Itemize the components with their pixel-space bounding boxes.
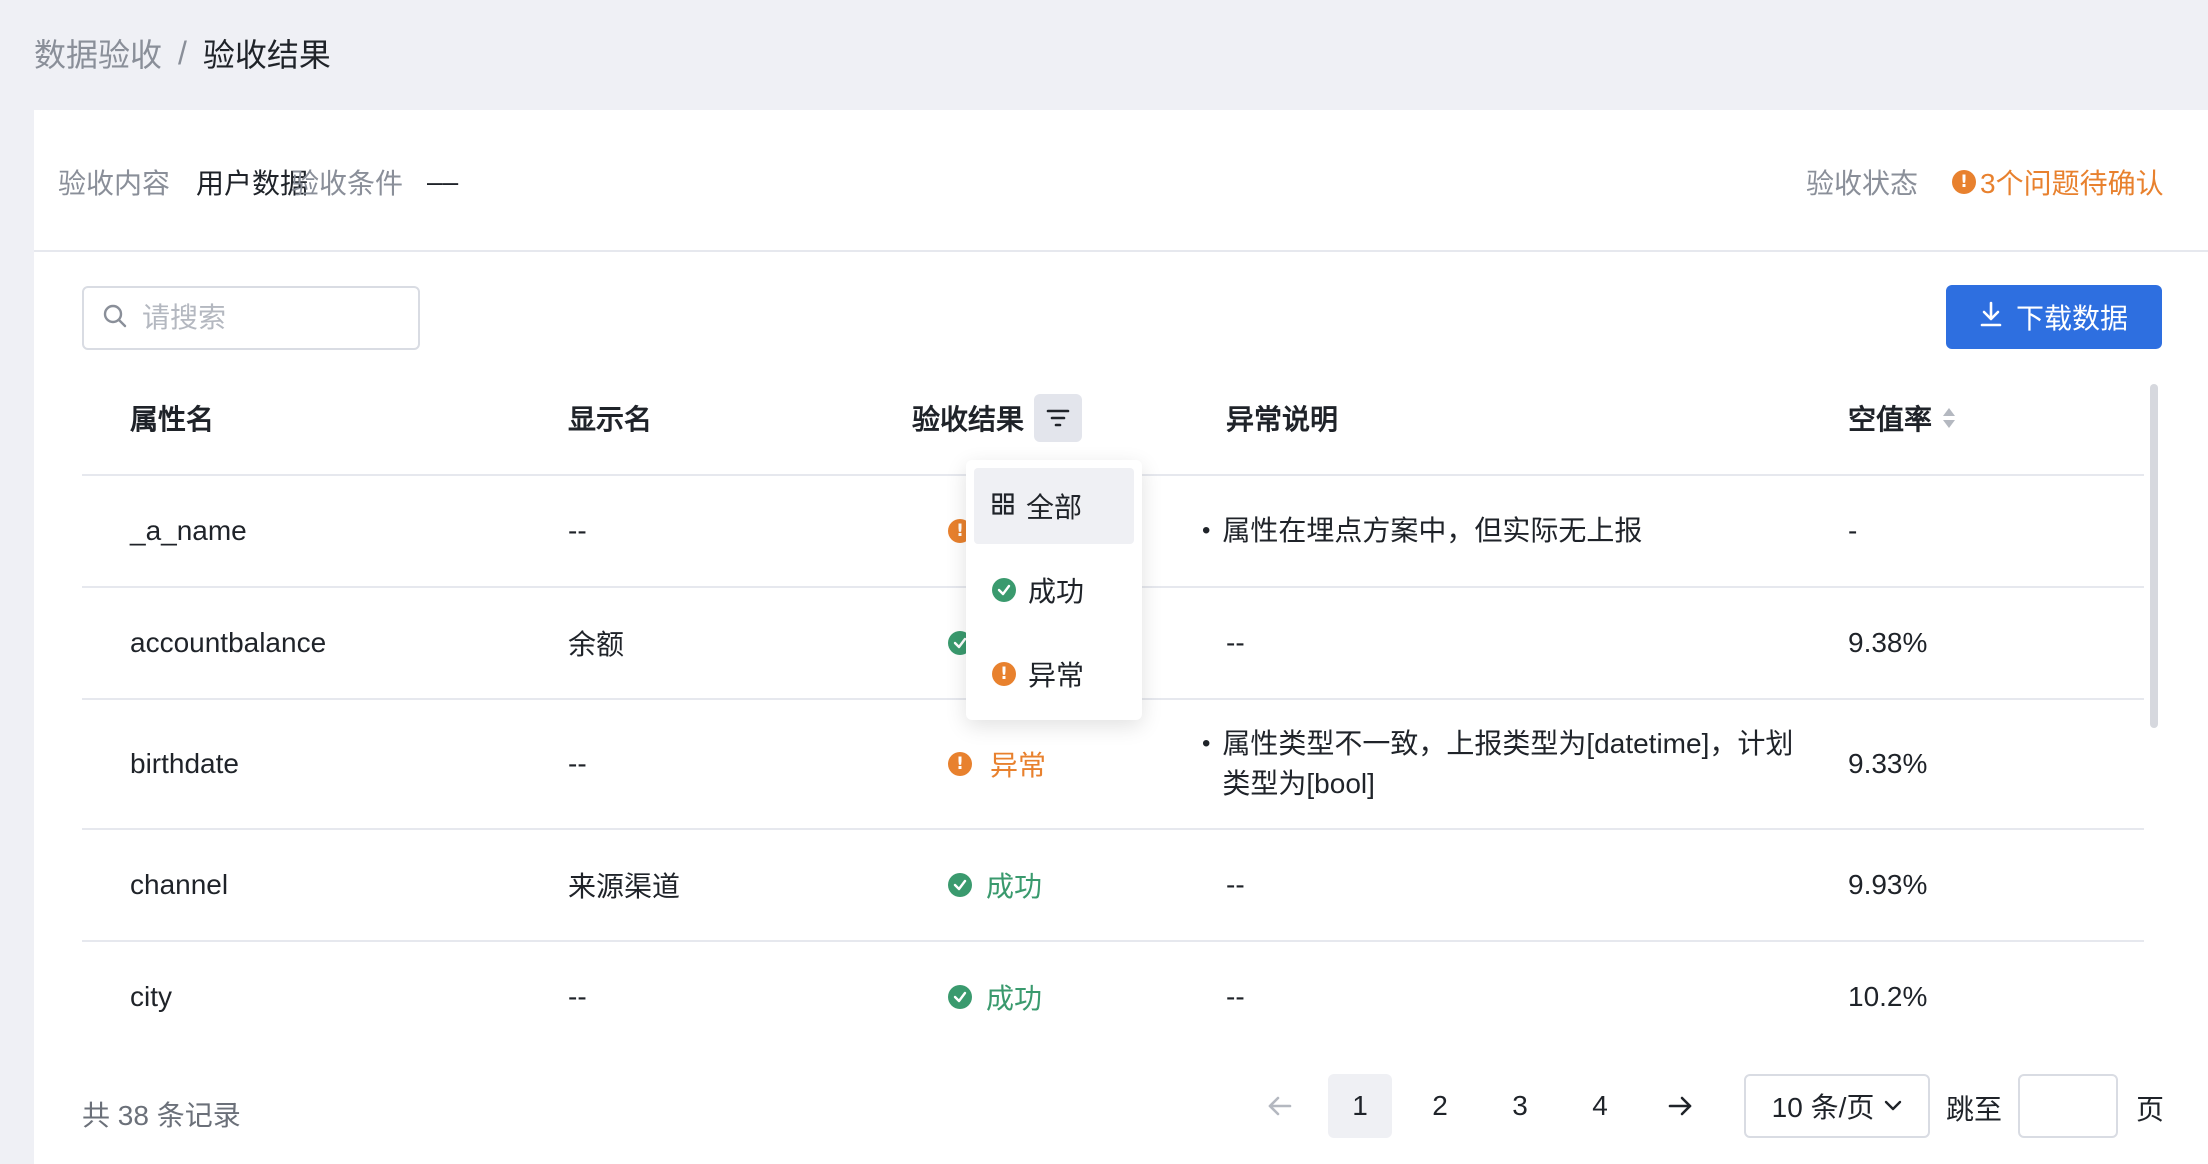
page-button-2[interactable]: 2: [1408, 1074, 1472, 1138]
search-input[interactable]: [142, 302, 402, 334]
breadcrumb: 数据验收 / 验收结果: [34, 28, 331, 78]
cell-attribute: birthdate: [130, 748, 239, 779]
acceptance-info-bar: 验收内容 用户数据 验收条件 –– 验收状态 ! 3个问题待确认: [34, 110, 2208, 252]
warning-icon: !: [992, 662, 1016, 686]
table-row[interactable]: channel 来源渠道 成功 -- 9.93%: [82, 830, 2144, 942]
table-scrollbar[interactable]: [2150, 384, 2158, 728]
cell-attribute: channel: [130, 869, 229, 900]
cell-attribute: city: [130, 981, 172, 1012]
result-filter-dropdown: 全部 成功 ! 异常: [966, 460, 1142, 720]
result-badge: ! 异常: [948, 744, 1046, 784]
prev-page-button[interactable]: [1248, 1074, 1312, 1138]
cell-note: 属性在埋点方案中，但实际无上报: [1202, 476, 1642, 586]
cell-attribute: _a_name: [130, 515, 247, 546]
jump-label: 跳至: [1946, 1094, 2003, 1125]
page-button-1[interactable]: 1: [1328, 1074, 1392, 1138]
download-data-button[interactable]: 下载数据: [1946, 285, 2162, 349]
page-size-value: 10 条/页: [1771, 1092, 1875, 1123]
search-icon: [102, 303, 128, 334]
page-suffix: 页: [2136, 1094, 2165, 1125]
column-header-null-rate[interactable]: 空值率: [1848, 360, 1956, 476]
download-icon: [1980, 301, 2016, 334]
cell-note: --: [1226, 627, 1245, 658]
breadcrumb-parent[interactable]: 数据验收: [34, 30, 162, 76]
page-button-4[interactable]: 4: [1568, 1074, 1632, 1138]
arrow-left-icon: [1268, 1096, 1292, 1116]
column-header-note: 异常说明: [1226, 404, 1339, 435]
cell-note: 属性类型不一致，上报类型为[datetime]，计划类型为[bool]: [1202, 700, 1812, 828]
check-circle-icon: [948, 873, 972, 897]
breadcrumb-separator: /: [178, 34, 187, 71]
check-circle-icon: [992, 578, 1016, 602]
cell-null-rate: -: [1848, 515, 1858, 546]
sort-icon[interactable]: [1942, 406, 1956, 430]
search-box[interactable]: [82, 286, 420, 350]
cell-null-rate: 9.38%: [1848, 627, 1928, 658]
result-badge: 成功: [948, 865, 1042, 905]
status-label: 验收状态: [1806, 168, 1919, 199]
status-badge[interactable]: ! 3个问题待确认: [1952, 162, 2164, 202]
cell-result: 成功: [948, 942, 1042, 1052]
grid-icon: [992, 490, 1014, 522]
filter-option-error[interactable]: ! 异常: [974, 636, 1134, 712]
condition-value: ––: [427, 166, 459, 197]
content-label: 验收内容: [58, 168, 171, 199]
column-header-display: 显示名: [568, 404, 653, 435]
condition-label: 验收条件: [291, 168, 404, 199]
cell-null-rate: 10.2%: [1848, 981, 1928, 1012]
cell-result: 成功: [948, 830, 1042, 940]
status-info: 验收状态 ! 3个问题待确认: [1806, 162, 2164, 202]
check-circle-icon: [948, 985, 972, 1009]
column-header-result: 验收结果: [912, 360, 1083, 476]
cell-note: --: [1226, 981, 1245, 1012]
cell-display: --: [568, 515, 587, 546]
status-text: 3个问题待确认: [1980, 168, 2164, 199]
filter-option-success[interactable]: 成功: [974, 552, 1134, 628]
cell-note: --: [1226, 869, 1245, 900]
chevron-down-icon: [1884, 1100, 1902, 1112]
cell-null-rate: 9.93%: [1848, 869, 1928, 900]
result-badge: 成功: [948, 977, 1042, 1017]
filter-icon[interactable]: [1034, 394, 1083, 442]
page-title: 验收结果: [202, 37, 331, 73]
cell-attribute: accountbalance: [130, 627, 327, 658]
page-button-3[interactable]: 3: [1488, 1074, 1552, 1138]
cell-display: 余额: [568, 629, 625, 660]
jump-page-input[interactable]: [2018, 1074, 2118, 1138]
cell-display: 来源渠道: [568, 871, 681, 902]
cell-null-rate: 9.33%: [1848, 748, 1928, 779]
column-header-attribute: 属性名: [130, 404, 215, 435]
cell-display: --: [568, 981, 587, 1012]
page-size-select[interactable]: 10 条/页: [1744, 1074, 1930, 1138]
total-records: 共 38 条记录: [82, 1100, 241, 1131]
condition-info: 验收条件 ––: [291, 162, 458, 202]
filter-option-all[interactable]: 全部: [974, 468, 1134, 544]
cell-display: --: [568, 748, 587, 779]
arrow-right-icon: [1668, 1096, 1692, 1116]
download-label: 下载数据: [2015, 303, 2128, 334]
content-info: 验收内容 用户数据: [58, 162, 308, 202]
table-row[interactable]: city -- 成功 -- 10.2%: [82, 942, 2144, 1052]
warning-icon: !: [948, 752, 972, 776]
table-header: 属性名 显示名 验收结果 异常说明 空值率: [82, 360, 2144, 476]
warning-icon: !: [1952, 170, 1977, 194]
next-page-button[interactable]: [1648, 1074, 1712, 1138]
